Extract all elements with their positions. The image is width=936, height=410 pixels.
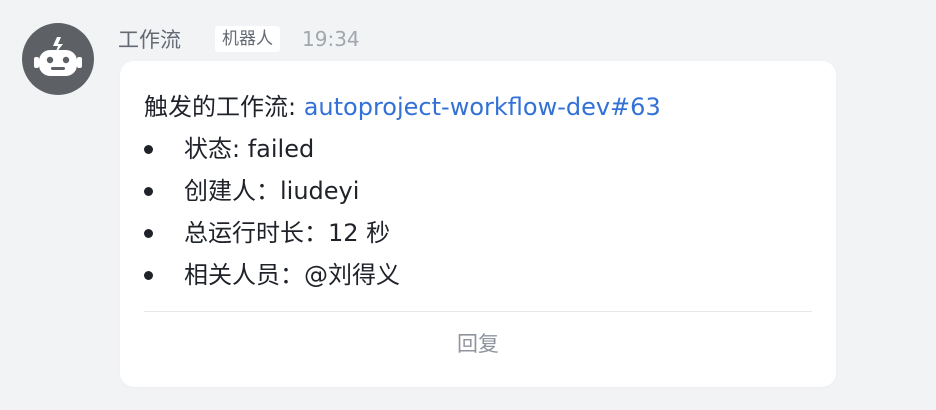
- bot-badge: 机器人: [215, 26, 280, 52]
- duration-label: 总运行时长：: [184, 219, 328, 247]
- list-item-duration: 总运行时长：12 秒: [184, 217, 390, 249]
- status-value: failed: [247, 135, 315, 163]
- reply-button[interactable]: 回复: [120, 313, 836, 379]
- workflow-link[interactable]: autoproject-workflow-dev#63: [304, 93, 661, 121]
- duration-value: 12 秒: [328, 219, 391, 247]
- members-mention[interactable]: @刘得义: [304, 261, 400, 289]
- message-header: 工作流 机器人 19:34: [118, 24, 360, 54]
- bullet-dot: [144, 229, 153, 238]
- list-item-members: 相关人员：@刘得义: [184, 259, 400, 291]
- card-divider: [144, 311, 812, 312]
- message-card: 触发的工作流: autoproject-workflow-dev#63 状态: …: [120, 61, 836, 387]
- status-label: 状态:: [184, 135, 248, 163]
- creator-label: 创建人：: [184, 177, 280, 205]
- bullet-dot: [144, 271, 153, 280]
- members-label: 相关人员：: [184, 261, 304, 289]
- sender-name[interactable]: 工作流: [118, 24, 181, 54]
- workflow-title-prefix: 触发的工作流:: [144, 93, 304, 121]
- list-item-status: 状态: failed: [184, 133, 314, 165]
- message-time: 19:34: [302, 27, 360, 51]
- bullet-dot: [144, 187, 153, 196]
- bullet-dot: [144, 145, 153, 154]
- workflow-title: 触发的工作流: autoproject-workflow-dev#63: [144, 91, 661, 123]
- list-item-creator: 创建人：liudeyi: [184, 175, 359, 207]
- avatar[interactable]: [22, 23, 94, 95]
- creator-value: liudeyi: [280, 177, 360, 205]
- robot-icon: [34, 37, 82, 76]
